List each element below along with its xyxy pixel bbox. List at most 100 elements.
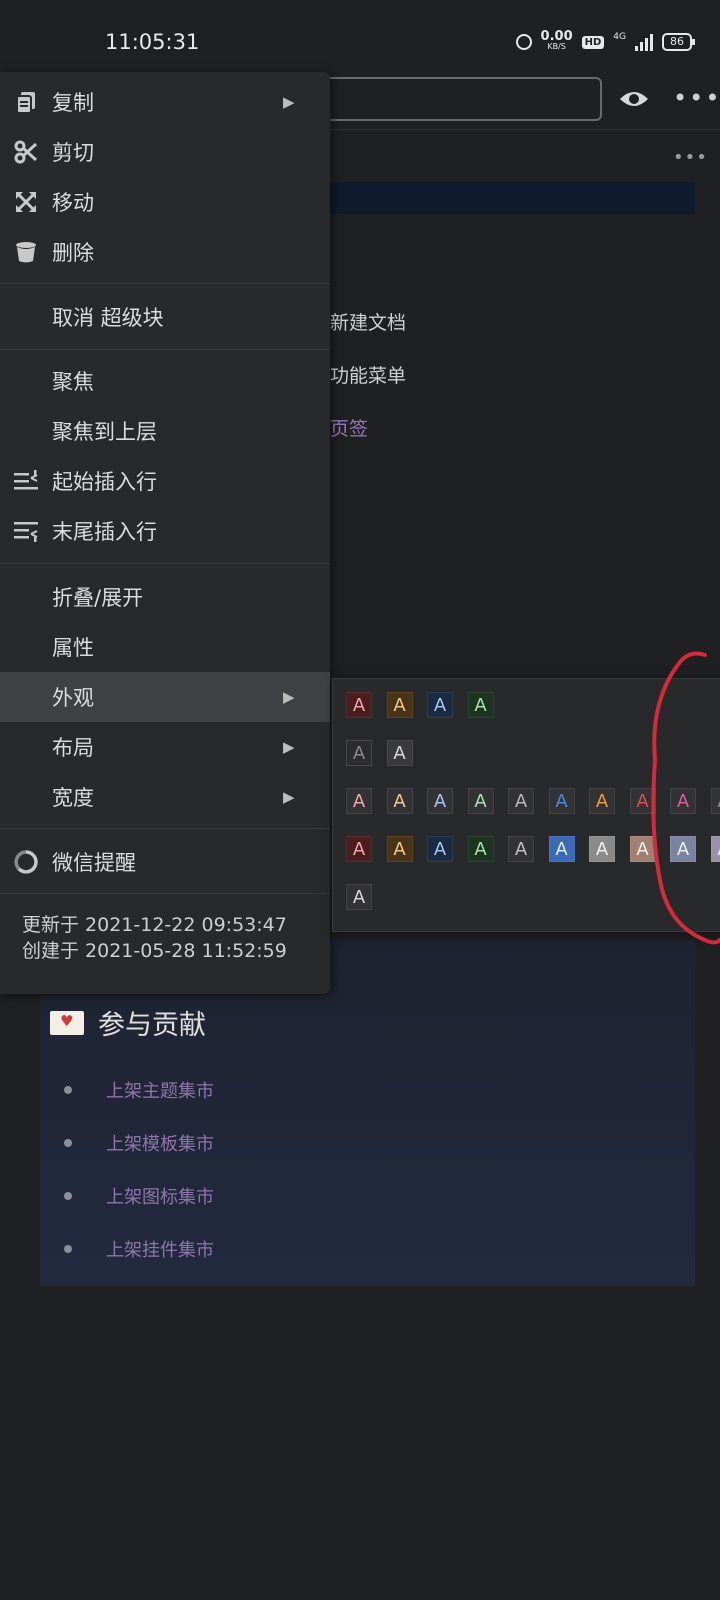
color-swatch[interactable]: A: [427, 692, 453, 718]
color-swatch[interactable]: A: [629, 788, 656, 814]
menu-item-layout[interactable]: 布局 ▶: [0, 722, 330, 772]
bullet: [64, 1191, 72, 1200]
move-icon: [16, 192, 36, 212]
card-title: 参与贡献: [98, 1010, 206, 1041]
alarm-icon: [515, 34, 532, 50]
color-swatch[interactable]: A: [386, 788, 413, 814]
color-swatch[interactable]: A: [589, 836, 615, 862]
menu-divider: [0, 563, 330, 564]
card-link[interactable]: 上架挂件集市: [106, 1236, 214, 1262]
more-icon[interactable]: •••: [673, 86, 720, 110]
color-swatch[interactable]: A: [670, 836, 696, 862]
appearance-submenu: AAAAAAAAAAAAAAAAAAAAAAAAAAA: [332, 678, 720, 932]
menu-divider: [0, 349, 330, 350]
color-swatch[interactable]: A: [508, 788, 534, 814]
created-time: 创建于 2021-05-28 11:52:59: [22, 940, 287, 962]
card-link[interactable]: 上架图标集市: [106, 1183, 214, 1209]
menu-item-attributes[interactable]: 属性: [0, 622, 330, 672]
status-bar: 11:05:31 0.00 KB/S HD 4G 86: [0, 0, 720, 70]
color-swatch[interactable]: A: [346, 836, 372, 862]
copy-icon: [16, 92, 35, 114]
context-menu: 复制 ▶ 剪切 移动 删除 取消 超级块 聚焦 聚焦到上层 起始插入行 末尾插入…: [0, 72, 330, 994]
color-swatch[interactable]: A: [467, 836, 494, 862]
color-swatch[interactable]: A: [427, 836, 453, 862]
color-swatch[interactable]: A: [548, 836, 575, 862]
menu-label: 宽度: [52, 786, 94, 810]
list-item: 上架图标集市: [64, 1169, 214, 1222]
menu-label: 起始插入行: [52, 470, 157, 494]
menu-label: 布局: [52, 736, 94, 760]
submenu-arrow-icon: ▶: [283, 788, 295, 806]
color-swatch[interactable]: A: [467, 692, 494, 718]
menu-label: 剪切: [52, 141, 94, 165]
color-swatch[interactable]: A: [386, 836, 413, 862]
menu-label: 删除: [52, 241, 94, 265]
menu-label: 属性: [52, 636, 94, 660]
menu-item-insert-after[interactable]: 末尾插入行: [0, 506, 330, 556]
color-swatch[interactable]: A: [670, 788, 696, 814]
menu-item-delete[interactable]: 删除: [0, 227, 330, 277]
menu-item-insert-before[interactable]: 起始插入行: [0, 456, 330, 506]
submenu-arrow-icon: ▶: [283, 93, 295, 111]
color-swatch[interactable]: A: [386, 692, 413, 718]
menu-item-width[interactable]: 宽度 ▶: [0, 772, 330, 822]
color-swatch[interactable]: A: [589, 788, 615, 814]
menu-label: 末尾插入行: [52, 520, 157, 544]
menu-item-focus-parent[interactable]: 聚焦到上层: [0, 406, 330, 456]
color-swatch[interactable]: A: [346, 740, 372, 766]
insert-before-icon: [14, 470, 38, 490]
color-swatch[interactable]: A: [386, 740, 413, 766]
list-item: 上架挂件集市: [64, 1222, 214, 1275]
color-swatch[interactable]: A: [467, 788, 494, 814]
card-link[interactable]: 上架模板集市: [106, 1130, 214, 1156]
menu-item-cut[interactable]: 剪切: [0, 127, 330, 177]
signal-icon: [635, 33, 653, 51]
color-swatch[interactable]: A: [710, 788, 720, 814]
color-swatch[interactable]: A: [710, 836, 720, 862]
bullet: [64, 1244, 72, 1253]
card-list: 上架主题集市 上架模板集市 上架图标集市 上架挂件集市: [64, 1063, 214, 1275]
bg-item-tab[interactable]: 页签: [330, 414, 368, 441]
menu-item-appearance[interactable]: 外观 ▶: [0, 672, 330, 722]
submenu-arrow-icon: ▶: [283, 688, 295, 706]
color-swatch[interactable]: A: [346, 884, 372, 910]
color-swatch[interactable]: A: [346, 788, 372, 814]
insert-after-icon: [14, 522, 38, 542]
menu-label: 移动: [52, 191, 94, 215]
doc-more-icon[interactable]: •••: [673, 147, 708, 168]
network-type: 4G: [613, 32, 626, 42]
menu-label: 聚焦到上层: [52, 420, 157, 444]
menu-item-cancel-superblock[interactable]: 取消 超级块: [0, 292, 330, 342]
menu-divider: [0, 283, 330, 284]
color-swatch[interactable]: A: [548, 788, 575, 814]
menu-item-focus[interactable]: 聚焦: [0, 356, 330, 406]
bullet: [64, 1138, 72, 1147]
menu-item-fold[interactable]: 折叠/展开: [0, 572, 330, 622]
battery-icon: 86: [662, 33, 695, 51]
bg-item-new-doc[interactable]: 新建文档: [330, 308, 406, 335]
wechat-reminder-icon: [14, 850, 38, 874]
menu-item-move[interactable]: 移动: [0, 177, 330, 227]
screen: 11:05:31 0.00 KB/S HD 4G 86 ••• ••• 新建文档…: [0, 0, 720, 1600]
card-link[interactable]: 上架主题集市: [106, 1077, 214, 1103]
bg-item-function-menu[interactable]: 功能菜单: [330, 361, 406, 388]
net-speed-unit: KB/S: [547, 42, 566, 51]
color-swatch[interactable]: A: [508, 836, 534, 862]
color-swatch[interactable]: A: [427, 788, 453, 814]
menu-item-copy[interactable]: 复制 ▶: [0, 77, 330, 127]
menu-label: 聚焦: [52, 370, 94, 394]
color-swatch[interactable]: A: [629, 836, 656, 862]
menu-label: 复制: [52, 91, 94, 115]
updated-time: 更新于 2021-12-22 09:53:47: [22, 914, 287, 936]
trash-icon: [16, 242, 36, 263]
status-time: 11:05:31: [105, 30, 200, 54]
bullet: [64, 1085, 72, 1094]
menu-item-wechat-reminder[interactable]: 微信提醒: [0, 837, 330, 887]
status-icons: 0.00 KB/S HD 4G 86: [515, 30, 695, 52]
net-speed: 0.00 KB/S: [541, 30, 573, 52]
menu-label: 取消 超级块: [52, 306, 164, 330]
color-swatch[interactable]: A: [346, 692, 372, 718]
eye-icon[interactable]: [619, 89, 649, 109]
search-input[interactable]: [300, 77, 602, 121]
scissors-icon: [14, 140, 38, 164]
